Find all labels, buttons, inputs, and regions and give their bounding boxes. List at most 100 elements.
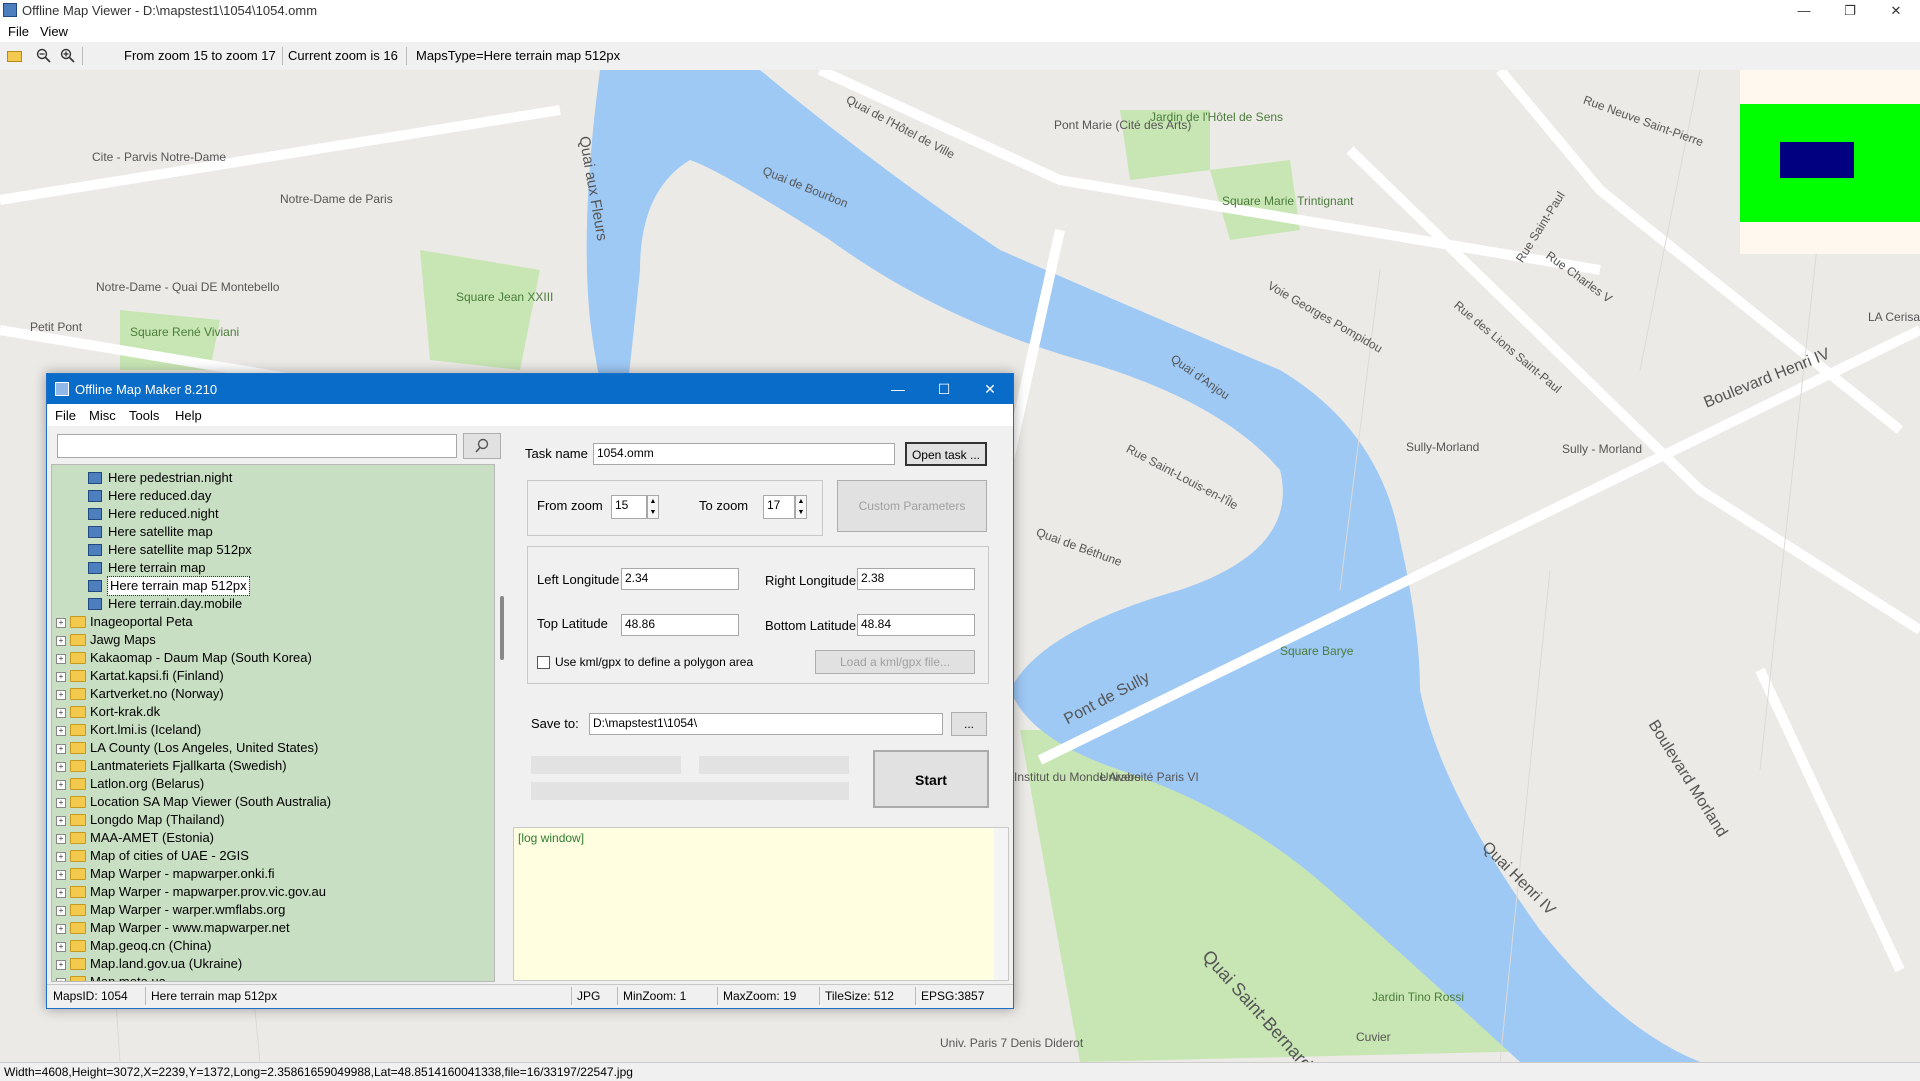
overview-viewport-rect[interactable] bbox=[1780, 142, 1854, 178]
to-zoom-stepper[interactable]: 17 bbox=[763, 495, 795, 519]
expand-icon[interactable]: + bbox=[56, 690, 66, 700]
zoom-out-icon[interactable] bbox=[36, 48, 51, 63]
tree-map-item[interactable]: Here terrain map 512px bbox=[52, 576, 492, 596]
map-label: Square Barye bbox=[1280, 644, 1354, 658]
tree-folder-item[interactable]: + Location SA Map Viewer (South Australia… bbox=[52, 793, 492, 811]
expand-icon[interactable]: + bbox=[56, 870, 66, 880]
dialog-menu-file[interactable]: File bbox=[55, 408, 76, 423]
log-scrollbar[interactable] bbox=[994, 828, 1008, 980]
tree-folder-item[interactable]: + Kakaomap - Daum Map (South Korea) bbox=[52, 649, 492, 667]
expand-icon[interactable]: + bbox=[56, 726, 66, 736]
overview-panel[interactable] bbox=[1740, 70, 1920, 254]
tree-scroll-thumb[interactable] bbox=[500, 596, 504, 660]
to-zoom-spinner[interactable]: ▲ ▼ bbox=[795, 495, 807, 519]
tree-scrollbar[interactable] bbox=[497, 464, 509, 982]
tree-folder-item[interactable]: + Kort-krak.dk bbox=[52, 703, 492, 721]
tree-map-item[interactable]: Here satellite map bbox=[52, 523, 492, 541]
browse-button[interactable]: ... bbox=[951, 712, 987, 736]
map-label: Cite - Parvis Notre-Dame bbox=[92, 150, 227, 164]
zoom-in-icon[interactable] bbox=[60, 48, 75, 63]
log-text: [log window] bbox=[518, 831, 585, 845]
menu-file[interactable]: File bbox=[8, 24, 29, 39]
tree-folder-item[interactable]: + Longdo Map (Thailand) bbox=[52, 811, 492, 829]
expand-icon[interactable]: + bbox=[56, 906, 66, 916]
tree-folder-item[interactable]: + Map Warper - mapwarper.onki.fi bbox=[52, 865, 492, 883]
dialog-close-button[interactable]: ✕ bbox=[967, 374, 1013, 404]
expand-icon[interactable]: + bbox=[56, 672, 66, 682]
tree-map-item[interactable]: Here terrain.day.mobile bbox=[52, 595, 492, 613]
tree-folder-item[interactable]: + Map.geoq.cn (China) bbox=[52, 937, 492, 955]
tree-item-label: Map Warper - warper.wmflabs.org bbox=[90, 902, 286, 917]
expand-icon[interactable]: + bbox=[56, 636, 66, 646]
expand-icon[interactable]: + bbox=[56, 708, 66, 718]
tree-folder-item[interactable]: + Kort.lmi.is (Iceland) bbox=[52, 721, 492, 739]
tree-folder-item[interactable]: + Latlon.org (Belarus) bbox=[52, 775, 492, 793]
search-input[interactable] bbox=[57, 434, 457, 458]
viewer-status-text: Width=4608,Height=3072,X=2239,Y=1372,Lon… bbox=[4, 1065, 633, 1079]
tree-folder-item[interactable]: + Map of cities of UAE - 2GIS bbox=[52, 847, 492, 865]
expand-icon[interactable]: + bbox=[56, 924, 66, 934]
load-kml-button[interactable]: Load a kml/gpx file... bbox=[815, 650, 975, 674]
tree-folder-item[interactable]: + Jawg Maps bbox=[52, 631, 492, 649]
tree-map-item[interactable]: Here reduced.night bbox=[52, 505, 492, 523]
tree-folder-item[interactable]: + LA County (Los Angeles, United States) bbox=[52, 739, 492, 757]
tree-folder-item[interactable]: + Map Warper - www.mapwarper.net bbox=[52, 919, 492, 937]
dialog-menu-tools[interactable]: Tools bbox=[129, 408, 159, 423]
dialog-menu-misc[interactable]: Misc bbox=[89, 408, 116, 423]
dialog-maximize-button[interactable]: ☐ bbox=[921, 374, 967, 404]
tree-folder-item[interactable]: + Kartat.kapsi.fi (Finland) bbox=[52, 667, 492, 685]
expand-icon[interactable]: + bbox=[56, 798, 66, 808]
menu-view[interactable]: View bbox=[40, 24, 68, 39]
expand-icon[interactable]: + bbox=[56, 762, 66, 772]
search-button[interactable] bbox=[463, 433, 501, 459]
folder-icon bbox=[70, 814, 86, 826]
expand-icon[interactable]: + bbox=[56, 780, 66, 790]
from-zoom-spinner[interactable]: ▲ ▼ bbox=[647, 495, 659, 519]
top-latitude-input[interactable]: 48.86 bbox=[621, 614, 739, 636]
log-window[interactable]: [log window] bbox=[513, 827, 1009, 981]
tree-folder-item[interactable]: + Map Warper - warper.wmflabs.org bbox=[52, 901, 492, 919]
tree-folder-item[interactable]: + Map.land.gov.ua (Ukraine) bbox=[52, 955, 492, 973]
expand-icon[interactable]: + bbox=[56, 888, 66, 898]
expand-icon[interactable]: + bbox=[56, 834, 66, 844]
custom-parameters-button[interactable]: Custom Parameters bbox=[837, 480, 987, 532]
close-button[interactable]: ✕ bbox=[1874, 0, 1918, 22]
map-label: Jardin de l'Hôtel de Sens bbox=[1150, 110, 1284, 124]
tree-folder-item[interactable]: + Map.meta.ua bbox=[52, 973, 492, 981]
tree-map-item[interactable]: Here satellite map 512px bbox=[52, 541, 492, 559]
right-longitude-input[interactable]: 2.38 bbox=[857, 568, 975, 590]
tree-folder-item[interactable]: + Lantmateriets Fjallkarta (Swedish) bbox=[52, 757, 492, 775]
map-source-tree[interactable]: Here pedestrian.night Here reduced.day Her… bbox=[51, 464, 495, 982]
map-icon bbox=[88, 472, 102, 484]
expand-icon[interactable]: + bbox=[56, 744, 66, 754]
expand-icon[interactable]: + bbox=[56, 852, 66, 862]
tree-folder-item[interactable]: + Map Warper - mapwarper.prov.vic.gov.au bbox=[52, 883, 492, 901]
restore-button[interactable]: ❐ bbox=[1828, 0, 1872, 22]
bottom-latitude-input[interactable]: 48.84 bbox=[857, 614, 975, 636]
tree-folder-item[interactable]: + Inageoportal Peta bbox=[52, 613, 492, 631]
status-tile-size: TileSize: 512 bbox=[825, 989, 894, 1003]
expand-icon[interactable]: + bbox=[56, 816, 66, 826]
tree-map-item[interactable]: Here terrain map bbox=[52, 559, 492, 577]
open-folder-icon[interactable] bbox=[7, 51, 22, 62]
dialog-minimize-button[interactable]: — bbox=[875, 374, 921, 404]
from-zoom-stepper[interactable]: 15 bbox=[611, 495, 647, 519]
expand-icon[interactable]: + bbox=[56, 978, 66, 981]
expand-icon[interactable]: + bbox=[56, 942, 66, 952]
open-task-button[interactable]: Open task ... bbox=[905, 442, 987, 466]
kml-checkbox[interactable] bbox=[537, 656, 550, 669]
tree-map-item[interactable]: Here reduced.day bbox=[52, 487, 492, 505]
save-to-input[interactable]: D:\mapstest1\1054\ bbox=[589, 713, 943, 735]
left-longitude-input[interactable]: 2.34 bbox=[621, 568, 739, 590]
tree-folder-item[interactable]: + MAA-AMET (Estonia) bbox=[52, 829, 492, 847]
expand-icon[interactable]: + bbox=[56, 960, 66, 970]
map-label: Notre-Dame de Paris bbox=[280, 192, 393, 206]
dialog-menu-help[interactable]: Help bbox=[175, 408, 202, 423]
expand-icon[interactable]: + bbox=[56, 654, 66, 664]
expand-icon[interactable]: + bbox=[56, 618, 66, 628]
start-button[interactable]: Start bbox=[873, 750, 989, 808]
task-name-input[interactable]: 1054.omm bbox=[593, 443, 895, 465]
minimize-button[interactable]: — bbox=[1782, 0, 1826, 22]
tree-map-item[interactable]: Here pedestrian.night bbox=[52, 469, 492, 487]
tree-folder-item[interactable]: + Kartverket.no (Norway) bbox=[52, 685, 492, 703]
